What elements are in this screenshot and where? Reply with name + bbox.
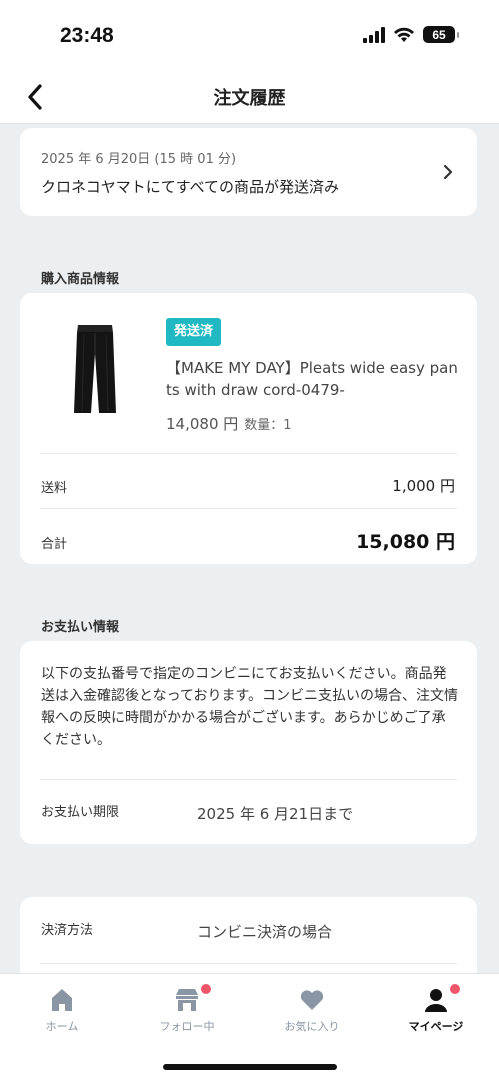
navigation-bar: 注文履歴 [0, 70, 499, 124]
wifi-icon [394, 27, 414, 42]
shop-icon [176, 989, 198, 1011]
payment-deadline-value: 2025 年 6 月21日まで [197, 805, 354, 823]
tab-favorites[interactable]: お気に入り [250, 974, 374, 1044]
payment-method-value: コンビニ決済の場合 [197, 923, 333, 941]
shipping-fee-value: 1,000 円 [392, 477, 455, 495]
tab-mypage[interactable]: マイページ [374, 974, 498, 1044]
status-icons: 65 [363, 26, 459, 43]
payment-note: 以下の支払番号で指定のコンビニにてお支払いください。商品発送は入金確認後となって… [41, 666, 459, 748]
total-label: 合計 [41, 537, 68, 552]
product-price: 14,080 円 [166, 415, 239, 433]
tab-label: フォロー中 [159, 1020, 215, 1033]
product-image[interactable] [60, 323, 130, 415]
heart-icon [300, 990, 324, 1010]
divider [40, 779, 457, 780]
payment-info-card: 以下の支払番号で指定のコンビニにてお支払いください。商品発送は入金確認後となって… [20, 641, 477, 844]
payment-method-label: 決済方法 [41, 923, 94, 938]
payment-deadline-label: お支払い期限 [41, 805, 120, 820]
total-value: 15,080 円 [356, 531, 455, 553]
notification-dot [449, 983, 461, 995]
shipping-status: クロネコヤマトにてすべての商品が発送済み [41, 178, 340, 196]
shipping-status-card[interactable]: 2025 年 6 月20日 (15 時 01 分) クロネコヤマトにてすべての商… [20, 128, 477, 216]
product-price-row: 14,080 円数量：1 [166, 413, 292, 434]
divider [40, 453, 457, 454]
person-icon [425, 989, 447, 1012]
tab-label: お気に入り [284, 1020, 340, 1033]
divider [40, 963, 457, 964]
shipped-badge: 発送済 [166, 318, 222, 346]
product-name[interactable]: 【MAKE MY DAY】Pleats wide easy pants with… [166, 357, 458, 401]
status-bar: 23:48 65 [0, 0, 499, 70]
notification-dot [200, 983, 212, 995]
tab-label: マイページ [408, 1020, 464, 1033]
shipping-date: 2025 年 6 月20日 (15 時 01 分) [41, 152, 237, 167]
shipping-fee-label: 送料 [41, 481, 68, 496]
home-icon [52, 989, 72, 1011]
tab-home[interactable]: ホーム [0, 974, 124, 1044]
divider [40, 508, 457, 509]
tab-label: ホーム [45, 1020, 79, 1033]
product-quantity: 数量：1 [244, 418, 292, 433]
status-time: 23:48 [60, 24, 114, 47]
home-indicator [163, 1064, 337, 1070]
page-title: 注文履歴 [213, 88, 286, 109]
chevron-right-icon [443, 164, 453, 180]
battery-indicator: 65 [423, 26, 459, 43]
purchase-section-label: 購入商品情報 [41, 272, 120, 287]
product-card: 発送済 【MAKE MY DAY】Pleats wide easy pants … [20, 293, 477, 564]
payment-section-label: お支払い情報 [41, 620, 120, 635]
tab-following[interactable]: フォロー中 [125, 974, 249, 1044]
cellular-signal-icon [363, 26, 385, 43]
